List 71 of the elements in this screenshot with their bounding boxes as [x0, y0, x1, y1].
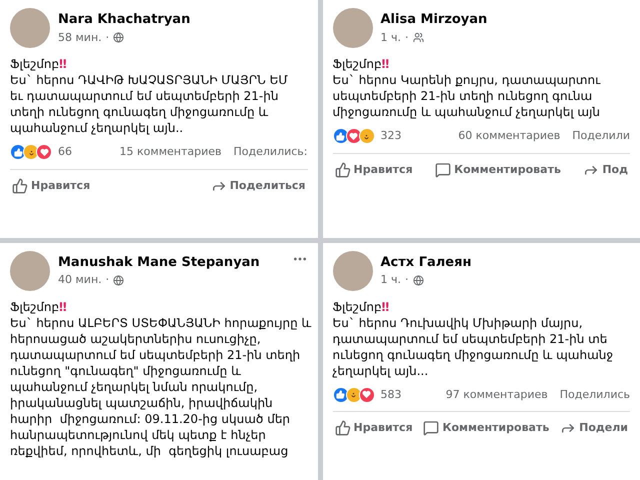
comment-count[interactable]: 60 комментариев	[458, 128, 560, 144]
author-name[interactable]: Астх Галеян	[380, 252, 630, 272]
post-time[interactable]: 58 мин.	[58, 30, 102, 46]
post-text-line: միջոցառումը և պահանջում չեղարկել այն	[332, 104, 601, 120]
post-heading: Ֆլեշմոբ‼	[332, 56, 390, 72]
separator-dot: ·	[405, 30, 408, 46]
post-time[interactable]: 1 ч.	[380, 30, 401, 46]
post-text-line: ռեքվիեմ, որովհետև, մի գեղեցիկ լուսաբաց	[10, 442, 290, 458]
comment-count[interactable]: 15 комментариев	[120, 144, 222, 160]
thumbs-up-icon	[12, 178, 28, 194]
share-count[interactable]: Поделились	[560, 386, 630, 403]
post-text-line: ունեցող "գունագեղ" միջոցառումը և	[10, 362, 242, 378]
post-text-line: Ես` հերոս Կարենի քույրս, դատապարտու	[332, 72, 602, 88]
action-button[interactable]: Нравится	[332, 420, 415, 436]
post-heading: Ֆլեշմոբ‼	[332, 298, 390, 314]
avatar	[332, 8, 372, 48]
globe-icon	[113, 32, 124, 44]
thumbs-up-icon	[334, 420, 350, 436]
hug-emoji-icon	[358, 128, 374, 144]
post-heading: Ֆլեշմոբ‼	[10, 298, 68, 314]
post-text-line: հանրապետությունով մեկ պետք է հնչեր	[10, 426, 267, 442]
post-text-line: դատապարտում եմ սեպտեմբերի 21-ին տե	[332, 330, 608, 346]
post-text-line: հարիր միջոցառում: 09.11.20-ից սկսած մեր	[10, 410, 292, 426]
post-text-line: հերոսացած աշակերտներիս ուսուցիչը,	[10, 330, 262, 346]
comment-icon	[435, 162, 452, 178]
author-name[interactable]: Alisa Mirzoyan	[380, 10, 630, 30]
share-count[interactable]: Поделились:	[234, 144, 308, 160]
separator-dot: ·	[106, 30, 110, 46]
post-text-line: դատապարտում եմ սեպտեմբերի 21-ին տեղի	[10, 346, 302, 362]
post-time[interactable]: 40 мин.	[58, 272, 102, 288]
friends-icon	[412, 32, 424, 44]
post-text-line: Ես` հերոս Դուխավիկ Մխիթարի մայրս,	[332, 314, 584, 330]
action-button[interactable]: Поделиться	[208, 178, 308, 194]
comment-count[interactable]: 97 комментариев	[446, 386, 548, 403]
globe-icon	[412, 274, 424, 286]
avatar	[10, 8, 50, 48]
avatar	[332, 250, 372, 290]
post-text-line: սեպտեմբերի 21-ին տեղի ունեցող գունա	[332, 88, 594, 104]
post-text-line: ունեցող գունագեղ միջոցառումը և պահանջ	[332, 346, 614, 362]
post-text-line: չեղարկել այն...	[332, 362, 430, 378]
reaction-count[interactable]: 583	[380, 386, 402, 403]
action-button[interactable]: Под	[581, 162, 630, 178]
thumbs-up-icon	[332, 128, 348, 144]
action-button[interactable]: Комментировать	[421, 420, 552, 436]
author-name[interactable]: Nara Khachatryan	[58, 10, 308, 30]
comment-icon	[423, 420, 440, 436]
hug-emoji-icon	[23, 144, 39, 160]
avatar	[10, 250, 50, 290]
separator-dot: ·	[106, 272, 110, 288]
action-button[interactable]: Подели	[558, 420, 630, 436]
post-text-line: իրականացնել պատշաճին, իրավիճակին	[10, 394, 274, 410]
share-count[interactable]: Поделили	[572, 128, 630, 144]
action-button[interactable]: Нравится	[10, 178, 92, 194]
action-button[interactable]: Нравится	[332, 162, 415, 178]
post-time[interactable]: 1 ч.	[380, 272, 401, 288]
post-text-line: Ես` հերոս ԴԱՎԻԹ ԽԱՉԱՏՐՅԱՆԻ ՄԱՅՐՆ ԵՄ	[10, 72, 289, 88]
author-name[interactable]: Manushak Mane Stepanyan	[58, 252, 284, 272]
thumbs-up-icon	[10, 144, 26, 160]
hug-emoji-icon	[346, 386, 362, 403]
action-button[interactable]: Комментировать	[433, 162, 563, 178]
post-text-line: պահանջում չեղարկել այն..	[10, 120, 184, 136]
post-text-line: պահանջում չեղարկել նման որակումը,	[10, 378, 259, 394]
reaction-count[interactable]: 323	[380, 128, 402, 144]
thumbs-up-icon	[332, 386, 348, 403]
post-text-line: եւ դատապարտում եմ սեպտեմբերի 21-ին	[10, 88, 280, 104]
thumbs-up-icon	[334, 162, 350, 178]
post-text-line: տեղի ունեցող գունագեղ միջոցառումը և	[10, 104, 270, 120]
reaction-count[interactable]: 66	[58, 144, 72, 160]
globe-icon	[113, 274, 124, 286]
separator-dot: ·	[405, 272, 408, 288]
post-heading: Ֆլեշմոբ‼	[10, 56, 68, 72]
